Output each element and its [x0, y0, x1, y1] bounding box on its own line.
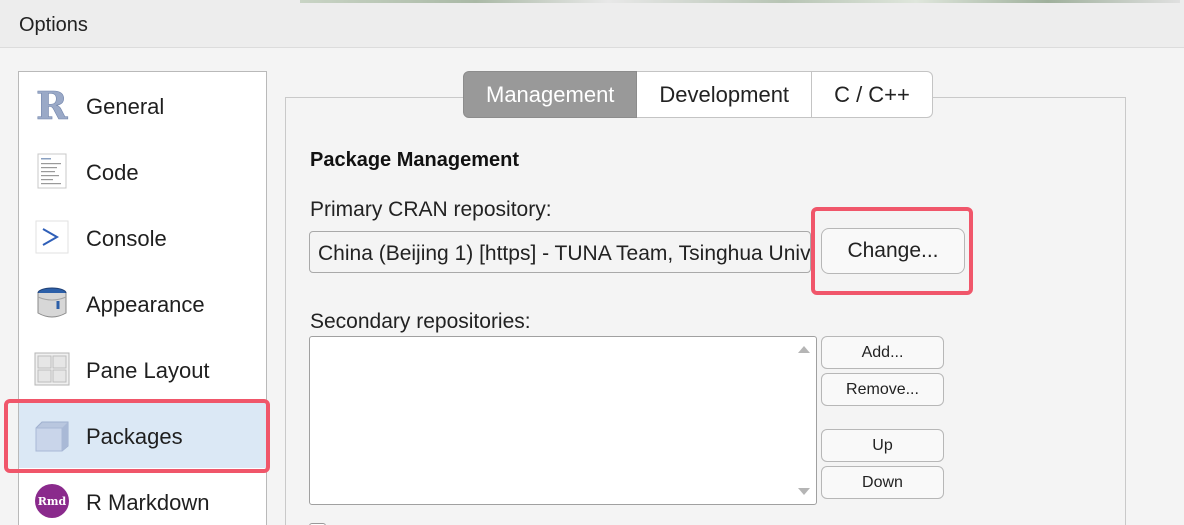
- sidebar-item-appearance[interactable]: Appearance: [19, 270, 266, 336]
- sidebar-item-label: General: [86, 94, 165, 119]
- primary-repo-field[interactable]: China (Beijing 1) [https] - TUNA Team, T…: [309, 231, 811, 273]
- pane-grid-icon: [33, 350, 71, 388]
- secondary-repo-label: Secondary repositories:: [310, 310, 531, 333]
- sidebar-item-code[interactable]: Code: [19, 138, 266, 204]
- sidebar-item-label: Pane Layout: [86, 358, 210, 383]
- rmd-badge-icon: Rmd: [33, 482, 71, 520]
- window-title: Options: [19, 14, 88, 36]
- scroll-down-arrow-icon[interactable]: [798, 488, 810, 495]
- change-button[interactable]: Change...: [821, 228, 965, 274]
- code-document-icon: [33, 152, 71, 190]
- sidebar-item-packages[interactable]: Packages: [19, 402, 266, 468]
- section-title: Package Management: [310, 149, 519, 171]
- svg-text:Rmd: Rmd: [38, 495, 67, 508]
- r-logo-icon: R: [33, 86, 71, 124]
- up-button[interactable]: Up: [821, 429, 944, 462]
- title-bar: Options: [0, 0, 1184, 48]
- scroll-up-arrow-icon[interactable]: [798, 346, 810, 353]
- svg-text:R: R: [36, 87, 68, 123]
- sidebar-item-label: R Markdown: [86, 490, 210, 515]
- add-button[interactable]: Add...: [821, 336, 944, 369]
- paint-bucket-icon: [33, 284, 71, 322]
- secondary-repos-list[interactable]: [309, 336, 817, 505]
- background-window-strip: [300, 0, 1180, 3]
- options-dialog-body: R General Code Console Appearance Pane L…: [0, 48, 1184, 525]
- sidebar-item-label: Packages: [86, 424, 183, 449]
- sidebar-item-label: Console: [86, 226, 167, 251]
- console-prompt-icon: [33, 218, 71, 256]
- tab-management[interactable]: Management: [463, 71, 638, 118]
- options-sidebar: R General Code Console Appearance Pane L…: [18, 71, 267, 525]
- sidebar-item-r-markdown[interactable]: Rmd R Markdown: [19, 468, 266, 525]
- tab-c-cpp[interactable]: C / C++: [812, 71, 933, 118]
- tab-development[interactable]: Development: [637, 71, 813, 118]
- sidebar-item-console[interactable]: Console: [19, 204, 266, 270]
- down-button[interactable]: Down: [821, 466, 944, 499]
- remove-button[interactable]: Remove...: [821, 373, 944, 406]
- options-tabs: Management Development C / C++: [463, 71, 933, 119]
- primary-repo-label: Primary CRAN repository:: [310, 198, 552, 221]
- sidebar-item-pane-layout[interactable]: Pane Layout: [19, 336, 266, 402]
- package-box-icon: [33, 416, 71, 454]
- sidebar-item-label: Code: [86, 160, 139, 185]
- sidebar-item-general[interactable]: R General: [19, 72, 266, 138]
- sidebar-item-label: Appearance: [86, 292, 205, 317]
